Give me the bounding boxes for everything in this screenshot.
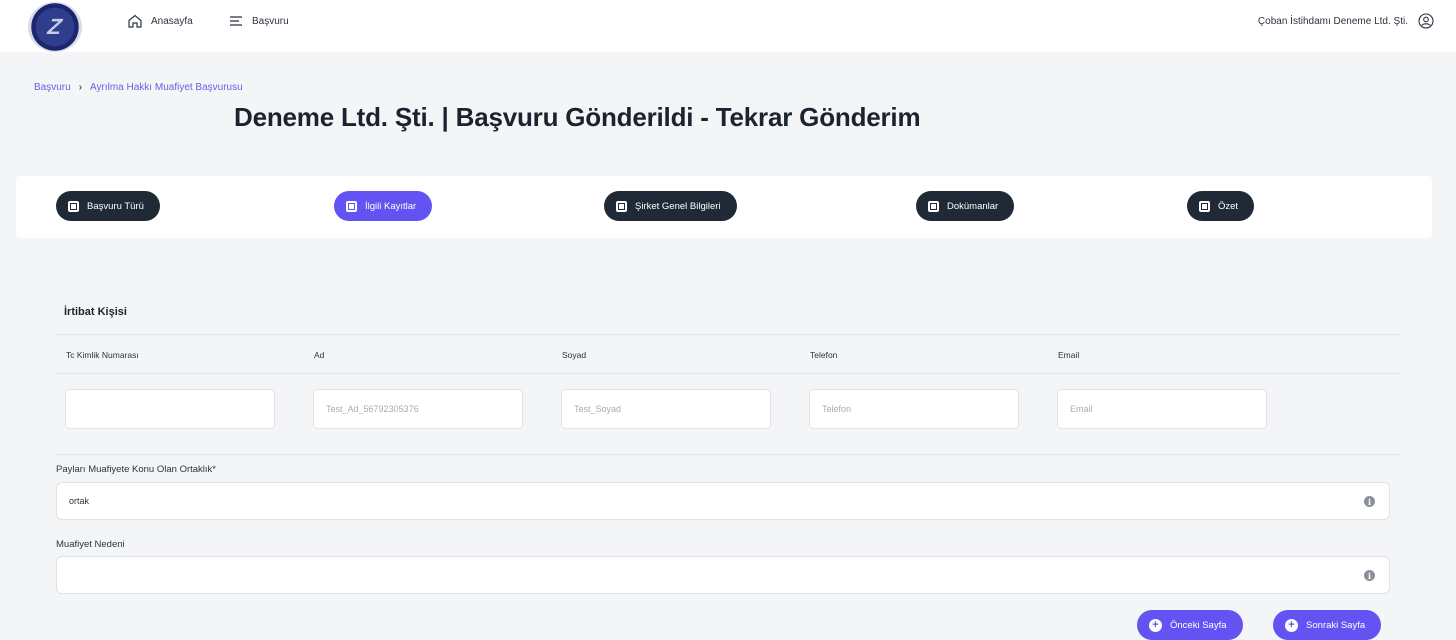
step-company-info[interactable]: Şirket Genel Bilgileri [604, 191, 737, 221]
step-documents[interactable]: Dokümanlar [916, 191, 1015, 221]
step-summary[interactable]: Özet [1187, 191, 1255, 221]
divider [56, 454, 1400, 455]
partnership-input[interactable]: ortak i [56, 482, 1390, 520]
chevron-right-icon: › [78, 82, 83, 93]
partnership-label: Payları Muafiyete Konu Olan Ortaklık* [56, 464, 216, 475]
square-icon [616, 200, 627, 212]
top-navbar: Z Anasayfa Başvuru Çoban İstihdamı Denem… [0, 0, 1456, 52]
column-email: Email [1058, 350, 1080, 360]
column-name: Ad [314, 350, 325, 360]
step-label: Başvuru Türü [87, 200, 144, 212]
page-title: Deneme Ltd. Şti. | Başvuru Gönderildi - … [234, 102, 921, 132]
nav-apply-label: Başvuru [252, 15, 289, 27]
step-label: İlgili Kayıtlar [365, 200, 417, 212]
reason-label: Muafiyet Nedeni [56, 539, 125, 550]
divider [56, 334, 1400, 335]
user-name: Çoban İstihdamı Deneme Ltd. Şti. [1257, 15, 1408, 27]
breadcrumb-item-exemption[interactable]: Ayrılma Hakkı Muafiyet Başvurusu [90, 82, 243, 93]
step-label: Dokümanlar [947, 200, 999, 212]
plus-circle-icon: + [1149, 618, 1162, 632]
email-input[interactable] [1057, 389, 1267, 429]
phone-input[interactable] [809, 389, 1019, 429]
next-page-label: Sonraki Sayfa [1306, 619, 1366, 631]
breadcrumb-item-apply[interactable]: Başvuru [34, 82, 71, 93]
tc-input[interactable] [65, 389, 275, 429]
column-tc: Tc Kimlik Numarası [66, 350, 139, 360]
partnership-value: ortak [69, 496, 90, 506]
menu-icon [230, 16, 242, 26]
step-label: Özet [1218, 200, 1239, 212]
nav-home-label: Anasayfa [151, 15, 193, 27]
divider [56, 373, 1400, 374]
info-icon[interactable]: i [1364, 570, 1375, 581]
user-icon [1418, 13, 1434, 29]
square-icon [928, 200, 939, 212]
square-icon [1199, 200, 1210, 212]
square-icon [346, 200, 357, 212]
previous-page-label: Önceki Sayfa [1170, 619, 1227, 631]
steps-card: Başvuru Türü İlgili Kayıtlar Şirket Gene… [16, 176, 1432, 238]
nav-home[interactable]: Anasayfa [127, 13, 193, 29]
step-application-type[interactable]: Başvuru Türü [56, 191, 160, 221]
reason-input[interactable]: i [56, 556, 1390, 594]
column-phone: Telefon [810, 350, 838, 360]
nav-apply[interactable]: Başvuru [228, 13, 289, 29]
square-icon [68, 200, 79, 212]
name-input[interactable] [313, 389, 523, 429]
info-icon[interactable]: i [1364, 496, 1375, 507]
user-menu[interactable]: Çoban İstihdamı Deneme Ltd. Şti. [1258, 13, 1434, 29]
company-logo[interactable]: Z [28, 2, 82, 52]
contact-section-title: İrtibat Kişisi [64, 306, 127, 318]
step-related-records[interactable]: İlgili Kayıtlar [334, 191, 433, 221]
breadcrumb: Başvuru › Ayrılma Hakkı Muafiyet Başvuru… [34, 82, 243, 93]
column-surname: Soyad [562, 350, 587, 360]
previous-page-button[interactable]: + Önceki Sayfa [1137, 610, 1243, 640]
home-icon [128, 14, 142, 28]
next-page-button[interactable]: + Sonraki Sayfa [1273, 610, 1382, 640]
plus-circle-icon: + [1285, 618, 1298, 632]
step-label: Şirket Genel Bilgileri [635, 200, 721, 212]
surname-input[interactable] [561, 389, 771, 429]
